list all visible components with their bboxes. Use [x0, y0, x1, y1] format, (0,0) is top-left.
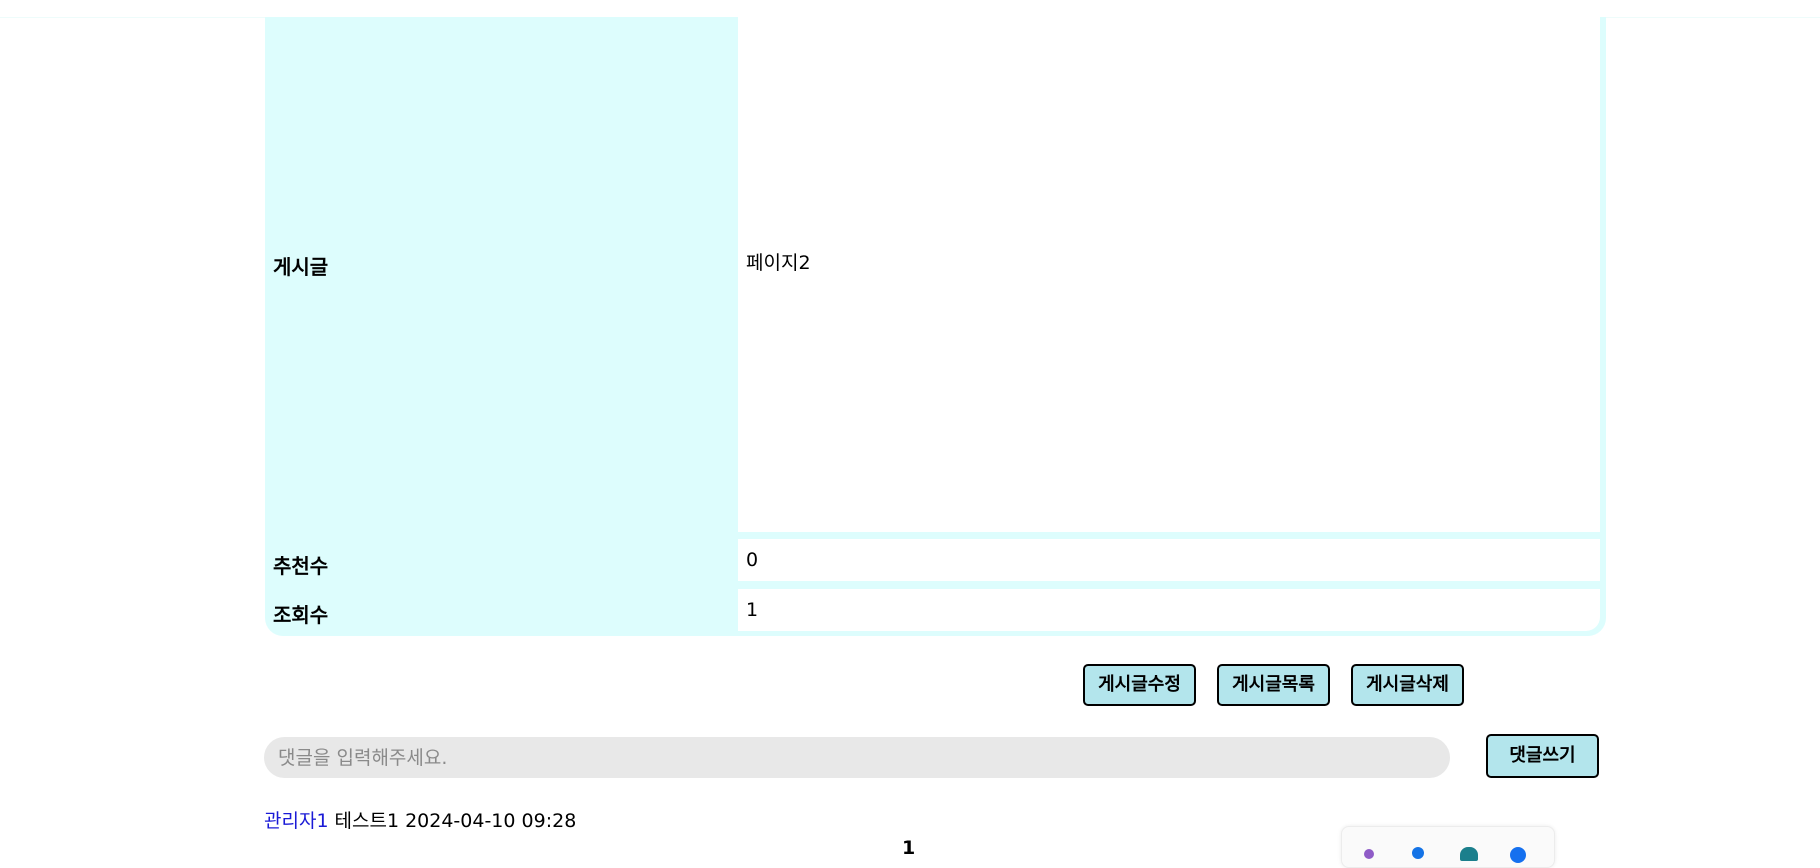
- pen-icon[interactable]: [1364, 849, 1374, 859]
- post-detail-table: 게시글 페이지2 추천수 0 조회수 1: [265, 17, 1606, 636]
- delete-post-button[interactable]: 게시글삭제: [1351, 664, 1464, 706]
- person-icon[interactable]: [1412, 847, 1424, 859]
- pagination-current-page[interactable]: 1: [902, 837, 915, 859]
- views-value: 1: [746, 599, 759, 621]
- post-list-button[interactable]: 게시글목록: [1217, 664, 1330, 706]
- content-value: 페이지2: [746, 252, 811, 274]
- recommend-label: 추천수: [273, 554, 329, 578]
- comment-body: 테스트1: [334, 810, 400, 832]
- views-value-cell: 1: [738, 589, 1600, 631]
- views-label: 조회수: [273, 603, 329, 627]
- content-value-cell: 페이지2: [738, 17, 1600, 532]
- content-label: 게시글: [273, 255, 329, 279]
- comment-item: 관리자1 테스트1 2024-04-10 09:28: [264, 806, 576, 833]
- comment-input[interactable]: [264, 737, 1450, 778]
- recommend-value: 0: [746, 549, 759, 571]
- submit-comment-button[interactable]: 댓글쓰기: [1486, 734, 1599, 778]
- top-header-strip: [0, 0, 1820, 18]
- hat-icon[interactable]: [1460, 847, 1478, 861]
- edit-post-button[interactable]: 게시글수정: [1083, 664, 1196, 706]
- floating-toolbar: [1341, 826, 1555, 868]
- circle-icon[interactable]: [1510, 847, 1526, 863]
- comment-author-link[interactable]: 관리자1: [264, 810, 329, 832]
- recommend-value-cell: 0: [738, 539, 1600, 581]
- comment-date: 2024-04-10 09:28: [405, 810, 577, 832]
